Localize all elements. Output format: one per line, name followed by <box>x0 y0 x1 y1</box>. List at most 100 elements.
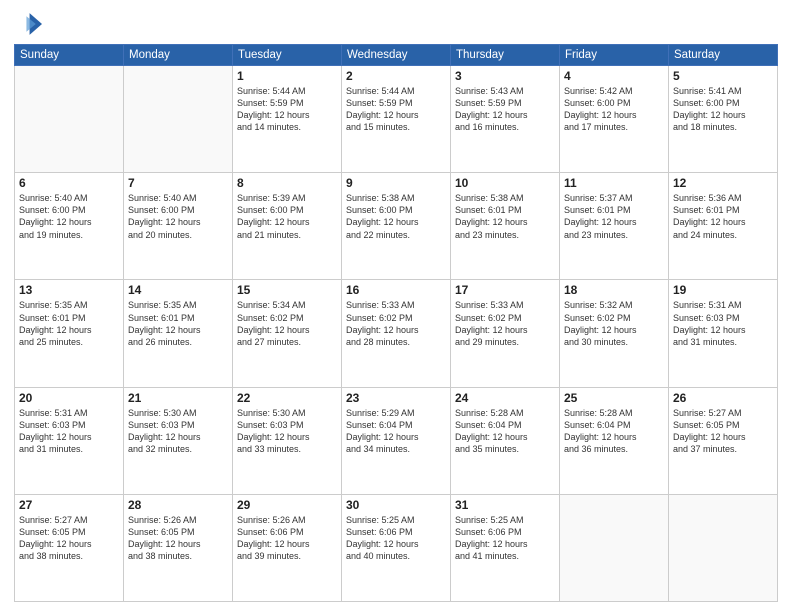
day-number: 27 <box>19 498 119 512</box>
day-number: 3 <box>455 69 555 83</box>
day-info: Sunrise: 5:40 AM Sunset: 6:00 PM Dayligh… <box>19 192 119 241</box>
day-cell: 8 Sunrise: 5:39 AM Sunset: 6:00 PM Daylig… <box>233 173 342 280</box>
day-cell: 10 Sunrise: 5:38 AM Sunset: 6:01 PM Dayli… <box>451 173 560 280</box>
col-header-monday: Monday <box>124 45 233 66</box>
week-row-1: 1 Sunrise: 5:44 AM Sunset: 5:59 PM Daylig… <box>15 66 778 173</box>
day-info: Sunrise: 5:30 AM Sunset: 6:03 PM Dayligh… <box>128 407 228 456</box>
day-cell: 7Sunrise: 5:40 AM Sunset: 6:00 PM Daylig… <box>124 173 233 280</box>
day-info: Sunrise: 5:33 AM Sunset: 6:02 PM Dayligh… <box>455 299 555 348</box>
day-number: 24 <box>455 391 555 405</box>
day-number: 12 <box>673 176 773 190</box>
day-cell: 25Sunrise: 5:28 AM Sunset: 6:04 PM Dayli… <box>560 387 669 494</box>
day-cell: 16 Sunrise: 5:33 AM Sunset: 6:02 PM Dayli… <box>342 280 451 387</box>
day-number: 13 <box>19 283 119 297</box>
day-info: Sunrise: 5:27 AM Sunset: 6:05 PM Dayligh… <box>19 514 119 563</box>
day-info: Sunrise: 5:42 AM Sunset: 6:00 PM Dayligh… <box>564 85 664 134</box>
day-cell <box>560 494 669 601</box>
day-info: Sunrise: 5:36 AM Sunset: 6:01 PM Dayligh… <box>673 192 773 241</box>
col-header-thursday: Thursday <box>451 45 560 66</box>
day-info: Sunrise: 5:35 AM Sunset: 6:01 PM Dayligh… <box>19 299 119 348</box>
col-header-friday: Friday <box>560 45 669 66</box>
day-cell: 21 Sunrise: 5:30 AM Sunset: 6:03 PM Dayli… <box>124 387 233 494</box>
day-cell: 11Sunrise: 5:37 AM Sunset: 6:01 PM Dayli… <box>560 173 669 280</box>
day-info: Sunrise: 5:31 AM Sunset: 6:03 PM Dayligh… <box>673 299 773 348</box>
day-cell: 29 Sunrise: 5:26 AM Sunset: 6:06 PM Dayli… <box>233 494 342 601</box>
day-cell <box>124 66 233 173</box>
day-number: 1 <box>237 69 337 83</box>
day-number: 30 <box>346 498 446 512</box>
day-cell: 3 Sunrise: 5:43 AM Sunset: 5:59 PM Daylig… <box>451 66 560 173</box>
day-info: Sunrise: 5:31 AM Sunset: 6:03 PM Dayligh… <box>19 407 119 456</box>
day-info: Sunrise: 5:34 AM Sunset: 6:02 PM Dayligh… <box>237 299 337 348</box>
week-row-4: 20 Sunrise: 5:31 AM Sunset: 6:03 PM Dayli… <box>15 387 778 494</box>
day-cell: 22Sunrise: 5:30 AM Sunset: 6:03 PM Dayli… <box>233 387 342 494</box>
day-number: 29 <box>237 498 337 512</box>
calendar-header-row: SundayMondayTuesdayWednesdayThursdayFrid… <box>15 45 778 66</box>
day-cell: 17 Sunrise: 5:33 AM Sunset: 6:02 PM Dayli… <box>451 280 560 387</box>
day-cell: 13 Sunrise: 5:35 AM Sunset: 6:01 PM Dayli… <box>15 280 124 387</box>
day-info: Sunrise: 5:29 AM Sunset: 6:04 PM Dayligh… <box>346 407 446 456</box>
day-info: Sunrise: 5:26 AM Sunset: 6:05 PM Dayligh… <box>128 514 228 563</box>
day-cell: 26 Sunrise: 5:27 AM Sunset: 6:05 PM Dayli… <box>669 387 778 494</box>
day-number: 21 <box>128 391 228 405</box>
day-cell: 4 Sunrise: 5:42 AM Sunset: 6:00 PM Daylig… <box>560 66 669 173</box>
day-cell: 19 Sunrise: 5:31 AM Sunset: 6:03 PM Dayli… <box>669 280 778 387</box>
day-info: Sunrise: 5:38 AM Sunset: 6:00 PM Dayligh… <box>346 192 446 241</box>
day-number: 4 <box>564 69 664 83</box>
col-header-wednesday: Wednesday <box>342 45 451 66</box>
col-header-tuesday: Tuesday <box>233 45 342 66</box>
day-cell: 15 Sunrise: 5:34 AM Sunset: 6:02 PM Dayli… <box>233 280 342 387</box>
day-cell: 1 Sunrise: 5:44 AM Sunset: 5:59 PM Daylig… <box>233 66 342 173</box>
day-number: 20 <box>19 391 119 405</box>
day-number: 17 <box>455 283 555 297</box>
day-cell: 2Sunrise: 5:44 AM Sunset: 5:59 PM Daylig… <box>342 66 451 173</box>
day-info: Sunrise: 5:43 AM Sunset: 5:59 PM Dayligh… <box>455 85 555 134</box>
col-header-saturday: Saturday <box>669 45 778 66</box>
day-cell: 14 Sunrise: 5:35 AM Sunset: 6:01 PM Dayli… <box>124 280 233 387</box>
day-info: Sunrise: 5:28 AM Sunset: 6:04 PM Dayligh… <box>455 407 555 456</box>
day-number: 18 <box>564 283 664 297</box>
day-number: 5 <box>673 69 773 83</box>
day-info: Sunrise: 5:39 AM Sunset: 6:00 PM Dayligh… <box>237 192 337 241</box>
page: SundayMondayTuesdayWednesdayThursdayFrid… <box>0 0 792 612</box>
day-number: 15 <box>237 283 337 297</box>
day-number: 10 <box>455 176 555 190</box>
day-number: 8 <box>237 176 337 190</box>
day-number: 6 <box>19 176 119 190</box>
day-info: Sunrise: 5:25 AM Sunset: 6:06 PM Dayligh… <box>346 514 446 563</box>
logo <box>14 10 46 38</box>
day-cell: 27 Sunrise: 5:27 AM Sunset: 6:05 PM Dayli… <box>15 494 124 601</box>
day-cell: 6 Sunrise: 5:40 AM Sunset: 6:00 PM Daylig… <box>15 173 124 280</box>
day-cell: 23 Sunrise: 5:29 AM Sunset: 6:04 PM Dayli… <box>342 387 451 494</box>
day-number: 19 <box>673 283 773 297</box>
day-number: 23 <box>346 391 446 405</box>
day-cell: 5 Sunrise: 5:41 AM Sunset: 6:00 PM Daylig… <box>669 66 778 173</box>
day-cell <box>15 66 124 173</box>
week-row-5: 27 Sunrise: 5:27 AM Sunset: 6:05 PM Dayli… <box>15 494 778 601</box>
day-cell: 9Sunrise: 5:38 AM Sunset: 6:00 PM Daylig… <box>342 173 451 280</box>
day-info: Sunrise: 5:35 AM Sunset: 6:01 PM Dayligh… <box>128 299 228 348</box>
day-info: Sunrise: 5:33 AM Sunset: 6:02 PM Dayligh… <box>346 299 446 348</box>
day-info: Sunrise: 5:27 AM Sunset: 6:05 PM Dayligh… <box>673 407 773 456</box>
day-cell: 24 Sunrise: 5:28 AM Sunset: 6:04 PM Dayli… <box>451 387 560 494</box>
day-info: Sunrise: 5:38 AM Sunset: 6:01 PM Dayligh… <box>455 192 555 241</box>
day-number: 14 <box>128 283 228 297</box>
day-info: Sunrise: 5:26 AM Sunset: 6:06 PM Dayligh… <box>237 514 337 563</box>
day-info: Sunrise: 5:41 AM Sunset: 6:00 PM Dayligh… <box>673 85 773 134</box>
day-cell: 18 Sunrise: 5:32 AM Sunset: 6:02 PM Dayli… <box>560 280 669 387</box>
day-info: Sunrise: 5:44 AM Sunset: 5:59 PM Dayligh… <box>346 85 446 134</box>
day-info: Sunrise: 5:32 AM Sunset: 6:02 PM Dayligh… <box>564 299 664 348</box>
day-cell: 12 Sunrise: 5:36 AM Sunset: 6:01 PM Dayli… <box>669 173 778 280</box>
logo-icon <box>14 10 42 38</box>
day-info: Sunrise: 5:44 AM Sunset: 5:59 PM Dayligh… <box>237 85 337 134</box>
day-cell: 20 Sunrise: 5:31 AM Sunset: 6:03 PM Dayli… <box>15 387 124 494</box>
day-number: 26 <box>673 391 773 405</box>
day-cell: 28 Sunrise: 5:26 AM Sunset: 6:05 PM Dayli… <box>124 494 233 601</box>
day-cell <box>669 494 778 601</box>
day-number: 16 <box>346 283 446 297</box>
day-number: 22 <box>237 391 337 405</box>
day-number: 7 <box>128 176 228 190</box>
day-number: 25 <box>564 391 664 405</box>
day-number: 31 <box>455 498 555 512</box>
day-number: 28 <box>128 498 228 512</box>
